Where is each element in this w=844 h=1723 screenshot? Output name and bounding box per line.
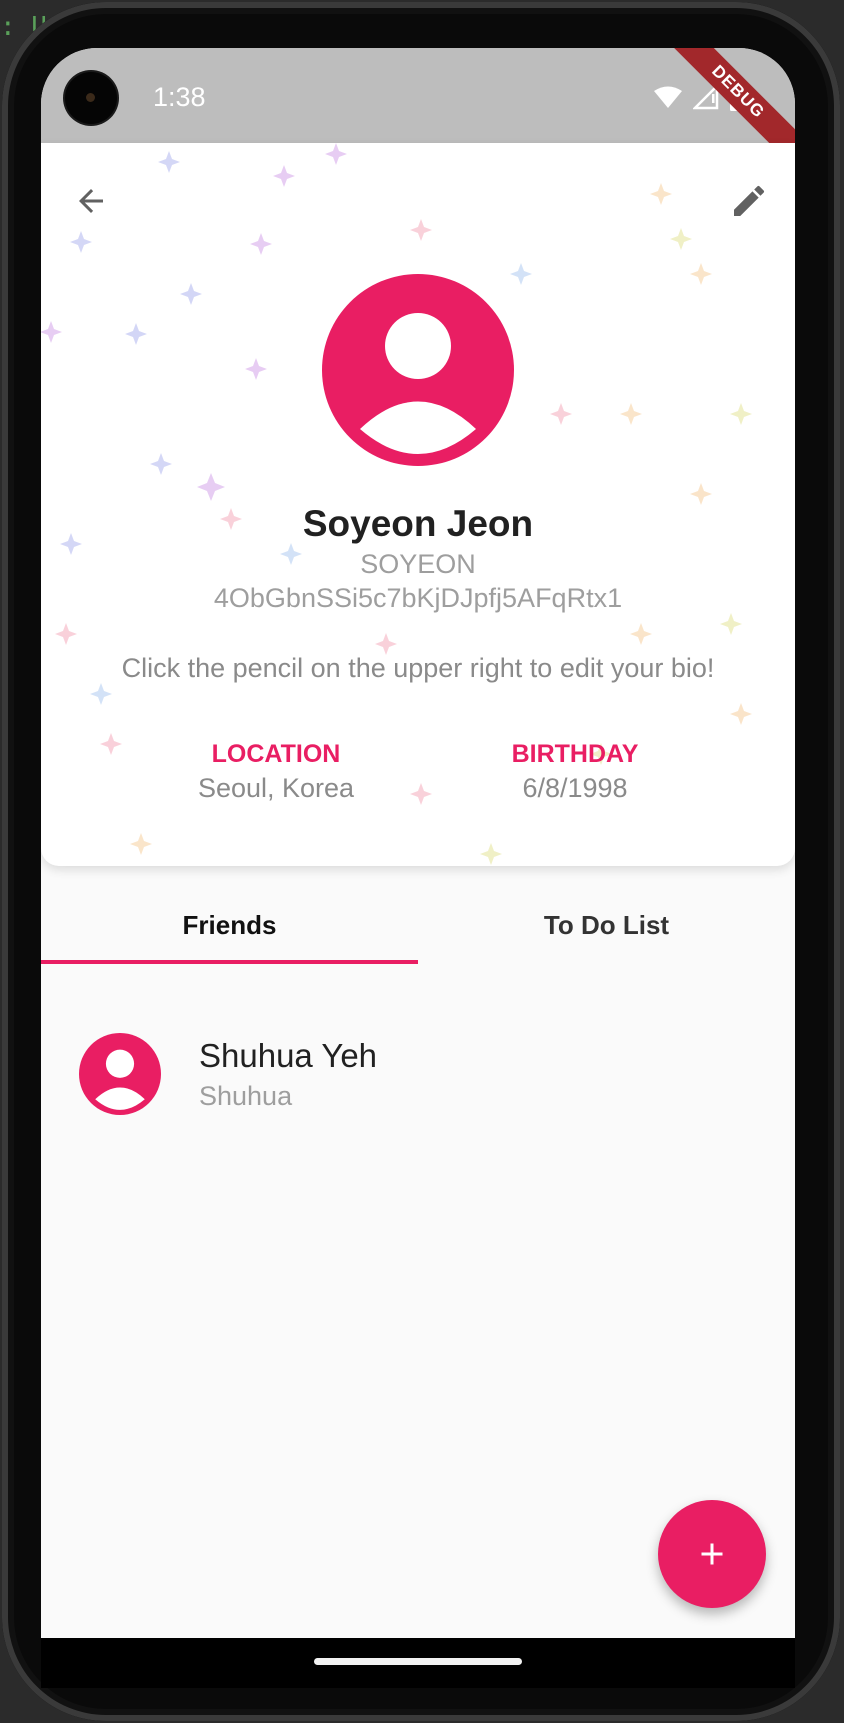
friend-avatar xyxy=(79,1033,161,1115)
wifi-icon xyxy=(654,86,682,108)
status-bar: 1:38 DEBUG xyxy=(41,48,795,170)
tab-to-do-list[interactable]: To Do List xyxy=(418,888,795,962)
arrow-back-icon xyxy=(79,189,103,213)
birthday-value: 6/8/1998 xyxy=(522,773,628,803)
birthday-info: BIRTHDAY 6/8/1998 xyxy=(445,740,705,804)
edit-bio-button[interactable] xyxy=(717,169,781,233)
profile-header-card: Soyeon Jeon SOYEON 4ObGbnSSi5c7bKjDJpfj5… xyxy=(41,143,795,866)
status-clock: 1:38 xyxy=(153,82,206,112)
profile-avatar xyxy=(322,274,514,466)
add-button[interactable] xyxy=(658,1500,766,1608)
birthday-label: BIRTHDAY xyxy=(511,740,639,768)
home-indicator[interactable] xyxy=(314,1658,522,1665)
pencil-icon xyxy=(734,185,765,216)
location-value: Seoul, Korea xyxy=(197,773,355,803)
back-button[interactable] xyxy=(59,169,123,233)
location-label: LOCATION xyxy=(211,740,341,768)
app-screen: 1:38 DEBUG Soyeon Jeon SOYEON 4ObGbnSSi5… xyxy=(41,48,795,1638)
tab-bar: Friends To Do List xyxy=(41,888,795,964)
system-nav-bar xyxy=(41,1638,795,1688)
front-camera xyxy=(65,72,117,124)
location-info: LOCATION Seoul, Korea xyxy=(146,740,406,804)
plus-icon xyxy=(701,1543,723,1565)
profile-username: SOYEON xyxy=(360,549,476,579)
tab-friends[interactable]: Friends xyxy=(41,888,418,962)
profile-bio: Click the pencil on the upper right to e… xyxy=(121,653,715,683)
tab-indicator xyxy=(41,960,418,964)
friend-list-item[interactable]: Shuhua Yeh Shuhua xyxy=(41,1033,795,1153)
friend-username: Shuhua xyxy=(199,1081,293,1111)
profile-user-id: 4ObGbnSSi5c7bKjDJpfj5AFqRtx1 xyxy=(213,583,623,613)
profile-name: Soyeon Jeon xyxy=(302,503,534,544)
friend-name: Shuhua Yeh xyxy=(199,1037,378,1074)
